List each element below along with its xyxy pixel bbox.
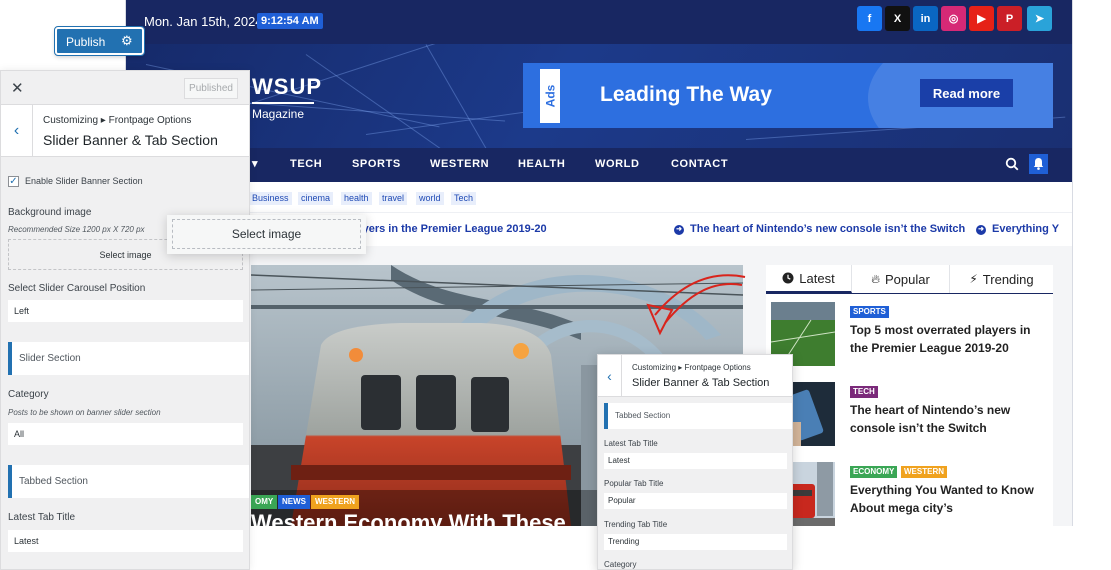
- ticker-item[interactable]: ➜ The heart of Nintendo’s new console isn…: [674, 223, 965, 235]
- publish-button[interactable]: Publish ⚙: [54, 26, 145, 56]
- nav-item-health[interactable]: HEALTH: [518, 158, 565, 170]
- ad-read-more-button[interactable]: Read more: [920, 79, 1013, 107]
- section-title: Slider Banner & Tab Section: [43, 132, 218, 148]
- clock-icon: [782, 272, 794, 284]
- ticker-item[interactable]: ➜ Everything Y: [976, 223, 1059, 235]
- panel-header: ✕ Published: [1, 71, 249, 105]
- select-image-callout[interactable]: Select image: [167, 215, 366, 254]
- post-card[interactable]: TECH The heart of Nintendo’s new console…: [766, 374, 1053, 454]
- instagram-icon[interactable]: ◎: [941, 6, 966, 31]
- tab-latest[interactable]: Latest: [766, 265, 852, 293]
- site-logo[interactable]: WSUP: [252, 74, 322, 100]
- slider-section-heading[interactable]: Slider Section: [8, 342, 249, 375]
- mini-customizer-panel: ‹ Customizing ▸ Frontpage Options Slider…: [597, 354, 793, 570]
- tab-bar: Latest 🔥︎ Popular ⚡︎ Trending: [766, 265, 1053, 295]
- category-badge[interactable]: SPORTS: [850, 306, 889, 318]
- top-bar: Mon. Jan 15th, 2024 9:12:54 AM f Xin ◎ ▶ P ➤: [126, 0, 1072, 44]
- ads-badge: Ads: [540, 69, 560, 123]
- post-title[interactable]: Everything You Wanted to Know About mega…: [850, 481, 1045, 517]
- nav-item-contact[interactable]: CONTACT: [671, 158, 728, 170]
- nav-item-sports[interactable]: SPORTS: [352, 158, 401, 170]
- tag-world[interactable]: world: [416, 192, 444, 205]
- breadcrumb: Customizing ▸ Frontpage Options: [632, 363, 751, 372]
- section-header: ‹ Customizing ▸ Frontpage Options Slider…: [1, 105, 249, 157]
- site-header: WSUP Magazine Ads Leading The Way Read m…: [126, 44, 1072, 148]
- published-button[interactable]: Published: [184, 78, 238, 99]
- facebook-icon[interactable]: f: [857, 6, 882, 31]
- section-title: Slider Banner & Tab Section: [632, 377, 770, 389]
- background-image-hint: Recommended Size 1200 px X 720 px: [8, 225, 145, 234]
- tab-trending[interactable]: ⚡︎ Trending: [950, 265, 1053, 293]
- tag-cinema[interactable]: cinema: [298, 192, 334, 205]
- annotation-arrow-icon: [646, 274, 746, 336]
- main-nav: ▾ TECH SPORTS WESTERN HEALTH WORLD CONTA…: [126, 148, 1072, 182]
- close-icon[interactable]: ✕: [11, 79, 24, 97]
- popular-tab-title-label: Popular Tab Title: [604, 479, 664, 488]
- hero-title[interactable]: Western Economy With These: [251, 510, 566, 526]
- category-badge[interactable]: TECH: [850, 386, 878, 398]
- tag-business[interactable]: Business: [249, 192, 292, 205]
- popular-tab-title-input[interactable]: Popular: [604, 493, 787, 509]
- back-arrow-icon[interactable]: ‹: [1, 105, 33, 157]
- latest-tab-title-input[interactable]: Latest: [8, 530, 243, 552]
- tag-health[interactable]: health: [341, 192, 372, 205]
- tag-travel[interactable]: travel: [379, 192, 408, 205]
- latest-tab-title-label: Latest Tab Title: [8, 512, 76, 523]
- tabbed-section-heading[interactable]: Tabbed Section: [604, 403, 792, 429]
- customizer-panel: ✕ Published ‹ Customizing ▸ Frontpage Op…: [0, 70, 250, 570]
- carousel-position-label: Select Slider Carousel Position: [8, 283, 146, 294]
- enable-slider-label: Enable Slider Banner Section: [25, 176, 143, 186]
- arrow-right-icon: ➜: [976, 225, 986, 235]
- category-hint: Posts to be shown on banner slider secti…: [8, 408, 161, 417]
- notification-bell-icon[interactable]: [1029, 154, 1048, 174]
- post-card[interactable]: SPORTS Top 5 most overrated players in t…: [766, 294, 1053, 374]
- category-badge[interactable]: ECONOMY: [850, 466, 898, 478]
- category-badge[interactable]: WESTERN: [311, 495, 359, 509]
- current-date: Mon. Jan 15th, 2024: [144, 14, 263, 29]
- category-select[interactable]: All: [8, 423, 243, 445]
- trending-tab-title-label: Trending Tab Title: [604, 520, 668, 529]
- latest-tab-title-input[interactable]: Latest: [604, 453, 787, 469]
- telegram-icon[interactable]: ➤: [1027, 6, 1052, 31]
- trending-tab-title-input[interactable]: Trending: [604, 534, 787, 550]
- enable-slider-checkbox[interactable]: ✓: [8, 176, 19, 187]
- ad-title: Leading The Way: [600, 83, 772, 106]
- latest-tab-title-label: Latest Tab Title: [604, 439, 658, 448]
- tab-popular[interactable]: 🔥︎ Popular: [852, 265, 950, 293]
- tags-bar: Business cinema health travel world Tech: [126, 182, 1072, 212]
- pinterest-icon[interactable]: P: [997, 6, 1022, 31]
- linkedin-icon[interactable]: in: [913, 6, 938, 31]
- gear-icon[interactable]: ⚙: [121, 33, 133, 49]
- current-time: 9:12:54 AM: [257, 13, 323, 29]
- category-badge[interactable]: OMY: [251, 495, 278, 509]
- fire-icon: 🔥︎: [871, 271, 880, 286]
- chevron-down-icon[interactable]: ▾: [252, 157, 258, 170]
- breadcrumb: Customizing ▸ Frontpage Options: [43, 115, 192, 126]
- site-tagline: Magazine: [252, 107, 305, 121]
- tabbed-section-heading[interactable]: Tabbed Section: [8, 465, 249, 498]
- mini-section-header: ‹ Customizing ▸ Frontpage Options Slider…: [598, 355, 792, 397]
- category-badge[interactable]: NEWS: [278, 495, 310, 509]
- post-title[interactable]: Top 5 most overrated players in the Prem…: [850, 321, 1045, 357]
- post-card[interactable]: ECONOMY WESTERN Everything You Wanted to…: [766, 454, 1053, 526]
- arrow-right-icon: ➜: [674, 225, 684, 235]
- background-image-label: Background image: [8, 207, 92, 218]
- category-label: Category: [8, 389, 49, 400]
- bolt-icon: ⚡︎: [969, 272, 978, 286]
- youtube-icon[interactable]: ▶: [969, 6, 994, 31]
- nav-item-world[interactable]: WORLD: [595, 158, 640, 170]
- post-title[interactable]: The heart of Nintendo’s new console isn’…: [850, 401, 1045, 437]
- carousel-position-select[interactable]: Left: [8, 300, 243, 322]
- tag-tech[interactable]: Tech: [451, 192, 477, 205]
- nav-item-tech[interactable]: TECH: [290, 158, 322, 170]
- category-badge[interactable]: WESTERN: [901, 466, 947, 478]
- category-label: Category: [604, 560, 637, 569]
- back-arrow-icon[interactable]: ‹: [598, 355, 622, 397]
- select-image-button[interactable]: Select image: [172, 219, 361, 249]
- ad-banner[interactable]: Ads Leading The Way Read more: [523, 63, 1053, 128]
- search-icon[interactable]: [1005, 157, 1019, 171]
- nav-item-western[interactable]: WESTERN: [430, 158, 489, 170]
- x-icon[interactable]: X: [885, 6, 910, 31]
